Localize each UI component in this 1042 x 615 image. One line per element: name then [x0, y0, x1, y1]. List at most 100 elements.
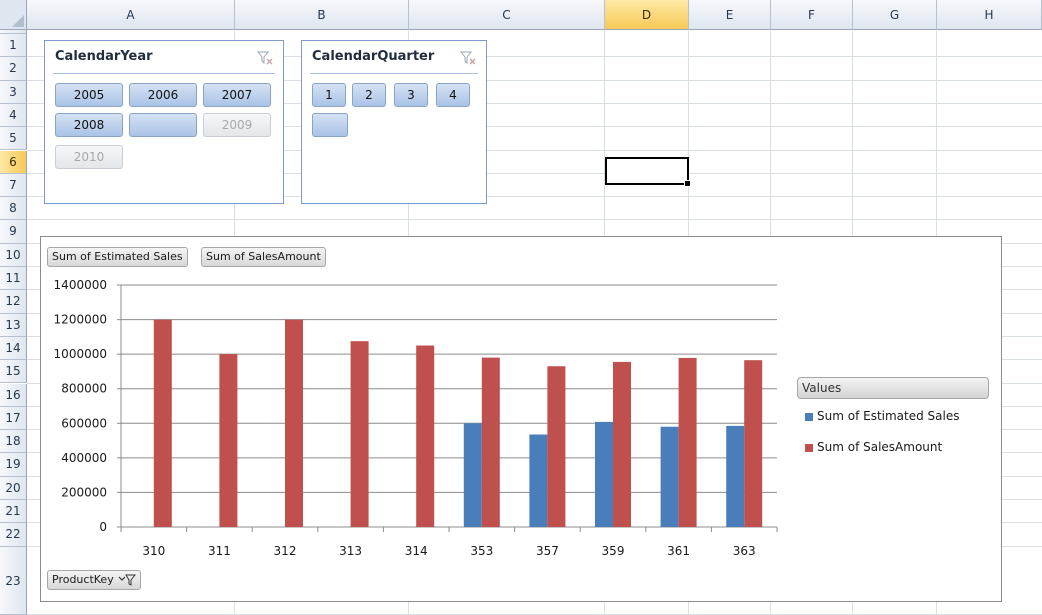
column-header-c[interactable]: C: [409, 0, 605, 30]
y-tick-label: 0: [99, 520, 107, 534]
x-tick-label: 353: [470, 544, 493, 558]
legend-label: Sum of SalesAmount: [817, 440, 943, 454]
row-header-23[interactable]: 23: [0, 546, 27, 615]
legend-item-estimated-sales: Sum of Estimated Sales: [805, 409, 959, 423]
x-tick-label: 311: [208, 544, 231, 558]
row-header-3[interactable]: 3: [0, 80, 27, 104]
slicer-divider: [53, 73, 275, 74]
x-tick-label: 359: [602, 544, 625, 558]
x-tick-label: 310: [142, 544, 165, 558]
slicer-item-2010[interactable]: 2010: [55, 145, 123, 169]
bar-sales-amount: [481, 357, 500, 527]
legend-swatch: [805, 443, 813, 452]
slicer-item-2009[interactable]: 2009: [203, 113, 271, 137]
slicer-item-4[interactable]: 4: [436, 83, 470, 107]
row-header-13[interactable]: 13: [0, 313, 27, 337]
row-header-1[interactable]: 1: [0, 34, 27, 58]
x-tick-label: 314: [405, 544, 428, 558]
y-tick-label: 400000: [61, 451, 107, 465]
x-tick-label: 361: [667, 544, 690, 558]
row-header-15[interactable]: 15: [0, 360, 27, 384]
clear-filter-icon[interactable]: [257, 50, 273, 66]
slicer-calendar-quarter[interactable]: CalendarQuarter 1234: [301, 40, 487, 204]
legend-label: Sum of Estimated Sales: [817, 409, 960, 423]
slicer-item-2008[interactable]: 2008: [55, 113, 123, 137]
y-tick-label: 1000000: [54, 347, 107, 361]
filter-dropdown-icon: [118, 574, 136, 586]
legend-item-sales-amount: Sum of SalesAmount: [805, 440, 942, 454]
row-header-4[interactable]: 4: [0, 103, 27, 128]
x-tick-label: 312: [274, 544, 297, 558]
legend-values-button[interactable]: Values: [797, 377, 989, 399]
row-header-9[interactable]: 9: [0, 220, 27, 244]
bar-estimated-sales: [529, 434, 548, 527]
x-tick-label: 363: [733, 544, 756, 558]
pivot-chart[interactable]: Sum of Estimated Sales Sum of SalesAmoun…: [40, 236, 1002, 602]
column-header-b[interactable]: B: [235, 0, 409, 30]
slicer-item-1[interactable]: 1: [312, 83, 346, 107]
column-header-d[interactable]: D: [605, 0, 689, 30]
slicer-divider: [310, 73, 478, 74]
row-header-21[interactable]: 21: [0, 500, 27, 524]
row-header-5[interactable]: 5: [0, 127, 27, 151]
slicer-title: CalendarYear: [55, 49, 153, 64]
slicer-calendar-year[interactable]: CalendarYear 2005 2006 2007 2008 2009 2010: [44, 40, 284, 204]
bar-estimated-sales: [463, 423, 482, 527]
column-header-e[interactable]: E: [689, 0, 771, 30]
row-header-10[interactable]: 10: [0, 243, 27, 267]
row-header-spacer: [0, 30, 27, 34]
row-gridline: [27, 219, 1042, 221]
value-field-button-estimated-sales[interactable]: Sum of Estimated Sales: [47, 247, 188, 267]
axis-field-label: ProductKey: [52, 573, 114, 586]
x-tick-label: 313: [339, 544, 362, 558]
column-header-f[interactable]: F: [771, 0, 853, 30]
bar-sales-amount: [285, 319, 303, 527]
row-header-7[interactable]: 7: [0, 173, 27, 198]
slicer-item-2006[interactable]: 2006: [129, 83, 197, 107]
bar-sales-amount: [416, 345, 435, 527]
value-field-button-sales-amount[interactable]: Sum of SalesAmount: [201, 247, 326, 267]
chart-plot-area: 0 200000 400000 600000 800000 1000000 1200000 1…: [54, 278, 778, 558]
row-header-18[interactable]: 18: [0, 430, 27, 454]
row-header-20[interactable]: 20: [0, 476, 27, 500]
slicer-item-2[interactable]: 2: [352, 83, 386, 107]
bar-sales-amount: [219, 354, 238, 527]
row-header-8[interactable]: 8: [0, 197, 27, 221]
slicer-title: CalendarQuarter: [312, 49, 435, 64]
row-header-17[interactable]: 17: [0, 406, 27, 431]
slicer-item-3[interactable]: 3: [394, 83, 428, 107]
column-header-a[interactable]: A: [27, 0, 235, 30]
bar-sales-amount: [350, 341, 369, 527]
slicer-item-blank[interactable]: [312, 113, 348, 137]
row-header-11[interactable]: 11: [0, 267, 27, 291]
x-tick-label: 357: [536, 544, 559, 558]
y-tick-label: 1400000: [54, 278, 107, 292]
row-header-16[interactable]: 16: [0, 383, 27, 407]
bar-estimated-sales: [595, 421, 613, 527]
column-header-h[interactable]: H: [937, 0, 1042, 30]
row-header-12[interactable]: 12: [0, 290, 27, 314]
bar-sales-amount: [744, 360, 763, 527]
row-header-6[interactable]: 6: [0, 150, 27, 174]
bar-estimated-sales: [726, 425, 745, 527]
y-tick-label: 600000: [61, 416, 107, 430]
bar-estimated-sales: [660, 426, 679, 527]
bar-sales-amount: [613, 361, 631, 527]
bar-sales-amount: [547, 366, 566, 527]
clear-filter-icon[interactable]: [460, 50, 476, 66]
y-tick-label: 1200000: [54, 313, 107, 327]
axis-field-button-productkey[interactable]: ProductKey: [47, 570, 141, 590]
select-all-corner[interactable]: [0, 0, 27, 30]
row-header-22[interactable]: 22: [0, 523, 27, 547]
row-header-14[interactable]: 14: [0, 336, 27, 361]
bar-sales-amount: [153, 319, 172, 527]
row-header-2[interactable]: 2: [0, 57, 27, 81]
row-header-19[interactable]: 19: [0, 453, 27, 477]
legend-swatch: [805, 412, 813, 421]
slicer-item-2005[interactable]: 2005: [55, 83, 123, 107]
bar-sales-amount: [678, 357, 697, 527]
slicer-item-blank[interactable]: [129, 113, 197, 137]
slicer-item-2007[interactable]: 2007: [203, 83, 271, 107]
column-header-g[interactable]: G: [853, 0, 937, 30]
active-cell-d6[interactable]: [605, 157, 691, 187]
